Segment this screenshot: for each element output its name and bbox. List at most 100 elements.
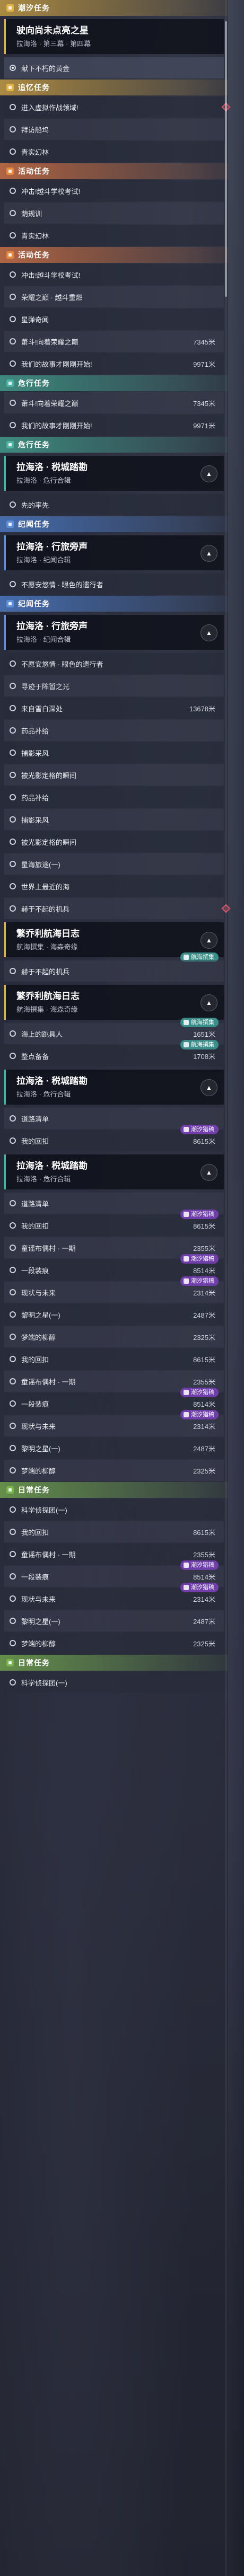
task-row[interactable]: 被光影定格的瞬间 — [4, 764, 224, 786]
task-distance: 1651米 — [193, 1030, 215, 1038]
section-label: 危行任务 — [18, 440, 50, 449]
task-row[interactable]: 萧斗!向着荣耀之巅 7345米 — [4, 331, 224, 352]
task-row[interactable]: 梦端的柳醇 2325米 — [4, 1326, 224, 1347]
task-row[interactable]: 先的率先 — [4, 494, 224, 515]
task-label: 黎明之星(一) — [21, 1311, 60, 1319]
task-row[interactable]: 我的回扣 8615米 — [4, 1521, 224, 1542]
task-label: 童谣布偶村 · 一期 — [21, 1378, 76, 1386]
task-row[interactable]: 被光影定格的瞬间 — [4, 831, 224, 852]
task-row[interactable]: 冲击!越斗学校考试! — [4, 264, 224, 285]
task-row[interactable]: 荫规训 — [4, 202, 224, 224]
collapse-chevron-icon[interactable]: ▲ — [201, 624, 217, 641]
task-bullet-icon — [10, 1640, 16, 1646]
task-row[interactable]: 我的回扣 8615米 — [4, 1348, 224, 1370]
scrollbar-thumb[interactable] — [225, 21, 227, 297]
task-row[interactable]: 药品补给 — [4, 787, 224, 808]
scrollbar-track[interactable] — [225, 0, 227, 2576]
task-distance: 2487米 — [193, 1617, 215, 1626]
task-row[interactable]: 寻迹于阵暂之光 — [4, 675, 224, 696]
task-label: 梦端的柳醇 — [21, 1333, 56, 1342]
task-row[interactable]: 拜访船坞 — [4, 119, 224, 140]
task-label: 药品补给 — [21, 727, 49, 735]
task-label: 我的回扣 — [21, 1222, 49, 1230]
task-label: 寻迹于阵暂之光 — [21, 682, 70, 691]
task-row[interactable]: 捕影采风 — [4, 809, 224, 830]
task-row[interactable]: 梦端的柳醇 2325米 — [4, 1460, 224, 1481]
task-row[interactable]: 黎明之星(一) 2487米 — [4, 1304, 224, 1325]
task-label: 荣耀之巅 · 越斗重燃 — [21, 293, 83, 302]
section-header[interactable]: 纪闻任务 — [0, 516, 228, 532]
quest-title: 拉海洛 · 行旅旁声 — [16, 542, 88, 552]
section-label: 日常任务 — [18, 1486, 50, 1494]
task-row[interactable]: 现状与未来 2314米 潮汐猎稿 — [4, 1276, 224, 1303]
quest-card[interactable]: 拉海洛 · 行旅旁声 拉海洛 · 纪闻合辑 ▲ — [4, 535, 224, 570]
section-header[interactable]: 日常任务 — [0, 1655, 228, 1671]
section-header[interactable]: 纪闻任务 — [0, 596, 228, 612]
task-row[interactable]: 我的回扣 8615米 潮汐猎稿 — [4, 1210, 224, 1236]
quest-title: 繁乔利航海日志 — [16, 929, 80, 939]
collapse-chevron-icon[interactable]: ▲ — [201, 1164, 217, 1181]
task-bullet-icon — [10, 188, 16, 194]
task-row[interactable]: 赫于不起的机兵 — [4, 960, 224, 982]
quest-card[interactable]: 拉海洛 · 税城踏勘 拉海洛 · 危行合辑 ▲ — [4, 1070, 224, 1105]
task-row[interactable]: 药品补给 — [4, 720, 224, 741]
section-header[interactable]: 日常任务 — [0, 1482, 228, 1498]
task-row[interactable]: 不愿安悠情 · 眼色的遗行者 — [4, 653, 224, 674]
task-row[interactable]: 现状与未来 2314米 潮汐猎稿 — [4, 1583, 224, 1609]
task-row[interactable]: 星海旅途(一) — [4, 853, 224, 875]
task-row[interactable]: 献下不朽的黄金 — [4, 57, 224, 78]
section-header[interactable]: 危行任务 — [0, 437, 228, 453]
task-bullet-icon — [10, 581, 16, 587]
task-bullet-icon — [10, 861, 16, 867]
task-bullet-icon — [10, 905, 16, 912]
task-bullet-icon — [10, 104, 16, 110]
collapse-chevron-icon[interactable]: ▲ — [201, 465, 217, 482]
section-header[interactable]: 潮汐任务 — [0, 0, 228, 16]
task-row[interactable]: 我们的故事才刚刚开始! 9971米 — [4, 353, 224, 374]
task-row[interactable]: 现状与未来 2314米 潮汐猎稿 — [4, 1410, 224, 1436]
task-row[interactable]: 整点备备 1708米 航海撰集 — [4, 1040, 224, 1066]
task-row[interactable]: 科学侦探团(一) — [4, 1672, 224, 1693]
collapse-chevron-icon[interactable]: ▲ — [201, 932, 217, 949]
task-bullet-icon — [10, 1053, 16, 1059]
quest-card[interactable]: 繁乔利航海日志 航海撰集 · 海森奇缘 ▲ 航海撰集 — [4, 922, 224, 962]
quest-card[interactable]: 驶向尚未点亮之星 拉海洛 · 第三幕 · 第四幕 — [4, 19, 224, 54]
task-row[interactable]: 我们的故事才刚刚开始! 9971米 — [4, 414, 224, 436]
task-row[interactable]: 进入虚拟作战领域! — [4, 96, 231, 118]
quest-card[interactable]: 拉海洛 · 税城踏勘 拉海洛 · 危行合辑 ▲ — [4, 456, 224, 491]
task-row[interactable]: 我的回扣 8615米 潮汐猎稿 — [4, 1125, 224, 1151]
section-header[interactable]: 活动任务 — [0, 163, 228, 179]
task-row[interactable]: 梦端的柳醇 2325米 — [4, 1633, 224, 1654]
section-header[interactable]: 追忆任务 — [0, 80, 228, 95]
task-row[interactable]: 世界上最近的海 — [4, 876, 224, 897]
task-bullet-icon — [10, 1356, 16, 1362]
quest-card[interactable]: 拉海洛 · 行旅旁声 拉海洛 · 纪闻合辑 ▲ — [4, 615, 224, 650]
task-distance: 2325米 — [193, 1333, 215, 1342]
task-bullet-icon — [10, 883, 16, 889]
quest-subtitle: 拉海洛 · 纪闻合辑 — [16, 556, 71, 564]
task-row[interactable]: 不愿安悠情 · 眼色的遗行者 — [4, 574, 224, 595]
task-row[interactable]: 科学侦探团(一) — [4, 1499, 224, 1520]
collapse-chevron-icon[interactable]: ▲ — [201, 545, 217, 562]
task-row[interactable]: 星弹奇闻 — [4, 308, 224, 330]
tag-label: 航海撰集 — [191, 1042, 214, 1048]
task-row[interactable]: 冲击!越斗学校考试! — [4, 180, 224, 201]
task-row[interactable]: 荣耀之巅 · 越斗重燃 — [4, 286, 224, 307]
task-row[interactable]: 黎明之星(一) 2487米 — [4, 1437, 224, 1459]
task-row[interactable]: 黎明之星(一) 2487米 — [4, 1610, 224, 1631]
event-quest-icon — [6, 251, 14, 259]
collapse-chevron-icon[interactable]: ▲ — [201, 994, 217, 1011]
task-row[interactable]: 青实幻林 — [4, 225, 224, 246]
quest-card[interactable]: 拉海洛 · 税城踏勘 拉海洛 · 危行合辑 ▲ — [4, 1154, 224, 1189]
task-row[interactable]: 来自雪白深处 13678米 — [4, 698, 224, 719]
task-row[interactable]: 捕影采风 — [4, 742, 224, 763]
quest-card[interactable]: 繁乔利航海日志 航海撰集 · 海森奇缘 ▲ — [4, 985, 224, 1020]
task-row[interactable]: 青实幻林 — [4, 141, 224, 162]
section-header[interactable]: 活动任务 — [0, 247, 228, 263]
task-label: 星海旅途(一) — [21, 860, 60, 869]
task-row[interactable]: 赫于不起的机兵 — [4, 898, 231, 919]
task-bullet-icon — [10, 1115, 16, 1122]
section-header[interactable]: 危行任务 — [0, 375, 228, 391]
collapse-chevron-icon[interactable]: ▲ — [201, 1079, 217, 1096]
task-row[interactable]: 萧斗!向着荣耀之巅 7345米 — [4, 392, 224, 413]
